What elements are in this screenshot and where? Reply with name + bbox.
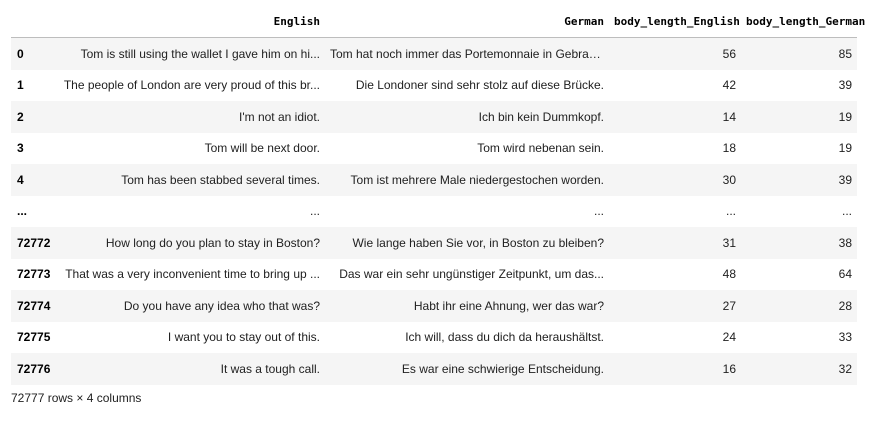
cell-body-length-english: 27 bbox=[722, 298, 736, 313]
cell-body-length-german: ... bbox=[841, 204, 852, 219]
table-body: 0 Tom is still using the wallet I gave hi… bbox=[11, 37, 857, 385]
cell-english: Do you have any idea who that was? bbox=[123, 298, 320, 313]
column-header-body-length-german: body_length_German bbox=[741, 6, 865, 38]
column-header-english: English bbox=[57, 6, 325, 38]
cell-body-length-english: 48 bbox=[722, 267, 736, 282]
cell-body-length-english: 14 bbox=[722, 109, 736, 124]
table-row: 72772 How long do you plan to stay in Bos… bbox=[11, 227, 857, 259]
row-index: 1 bbox=[17, 78, 24, 93]
dataframe-table: English German body_length_English body_… bbox=[11, 6, 865, 385]
row-index: 0 bbox=[17, 46, 24, 61]
cell-body-length-german: 39 bbox=[838, 78, 852, 93]
row-index: ... bbox=[17, 204, 28, 219]
dataframe-output: English German body_length_English body_… bbox=[11, 6, 865, 385]
cell-body-length-english: 42 bbox=[722, 78, 736, 93]
cell-english: It was a tough call. bbox=[220, 361, 320, 376]
cell-german: Die Londoner sind sehr stolz auf diese B… bbox=[355, 78, 604, 93]
cell-german: Tom hat noch immer das Portemonnaie in G… bbox=[330, 46, 609, 61]
shape-summary: 72777 rows × 4 columns bbox=[11, 391, 142, 405]
cell-english: How long do you plan to stay in Boston? bbox=[105, 235, 320, 250]
index-header bbox=[11, 6, 57, 38]
table-row: 72774 Do you have any idea who that was? H… bbox=[11, 290, 857, 322]
cell-english: I'm not an idiot. bbox=[239, 109, 320, 124]
header-row: English German body_length_English body_… bbox=[11, 6, 865, 38]
row-index: 72775 bbox=[17, 330, 51, 345]
cell-german: ... bbox=[593, 204, 604, 219]
cell-body-length-english: 16 bbox=[722, 361, 736, 376]
cell-german: Tom wird nebenan sein. bbox=[477, 141, 604, 156]
table-row: 1 The people of London are very proud of … bbox=[11, 69, 857, 101]
cell-body-length-english: ... bbox=[725, 204, 736, 219]
column-header-body-length-english: body_length_English bbox=[609, 6, 741, 38]
cell-body-length-german: 32 bbox=[838, 361, 852, 376]
row-index: 2 bbox=[17, 109, 24, 124]
cell-body-length-english: 24 bbox=[722, 330, 736, 345]
table-row: 72773 That was a very inconvenient time t… bbox=[11, 258, 857, 290]
cell-english: Tom is still using the wallet I gave him… bbox=[80, 46, 320, 61]
cell-english: Tom has been stabbed several times. bbox=[121, 172, 320, 187]
cell-german: Habt ihr eine Ahnung, wer das war? bbox=[413, 298, 604, 313]
table-row: 2 I'm not an idiot. Ich bin kein Dummkopf.… bbox=[11, 101, 857, 133]
cell-body-length-english: 31 bbox=[722, 235, 736, 250]
row-index: 72776 bbox=[17, 361, 51, 376]
table-row: 4 Tom has been stabbed several times. Tom … bbox=[11, 164, 857, 196]
cell-body-length-german: 19 bbox=[838, 141, 852, 156]
row-index: 72773 bbox=[17, 267, 51, 282]
cell-german: Tom ist mehrere Male niedergestochen wor… bbox=[350, 172, 604, 187]
cell-english: The people of London are very proud of t… bbox=[63, 78, 320, 93]
table-row: ............... bbox=[11, 195, 857, 227]
cell-german: Ich bin kein Dummkopf. bbox=[478, 109, 604, 124]
cell-german: Ich will, dass du dich da heraushältst. bbox=[405, 330, 604, 345]
cell-german: Wie lange haben Sie vor, in Boston zu bl… bbox=[352, 235, 604, 250]
cell-body-length-german: 38 bbox=[838, 235, 852, 250]
table-row: 3 Tom will be next door. Tom wird nebenan … bbox=[11, 132, 857, 164]
cell-body-length-german: 39 bbox=[838, 172, 852, 187]
table-row: 0 Tom is still using the wallet I gave hi… bbox=[11, 37, 857, 70]
row-index: 72772 bbox=[17, 235, 51, 250]
row-index: 4 bbox=[17, 172, 24, 187]
cell-body-length-english: 30 bbox=[722, 172, 736, 187]
cell-body-length-german: 19 bbox=[838, 109, 852, 124]
row-index: 3 bbox=[17, 141, 24, 156]
cell-body-length-german: 28 bbox=[838, 298, 852, 313]
cell-body-length-german: 33 bbox=[838, 330, 852, 345]
cell-body-length-english: 56 bbox=[722, 46, 736, 61]
cell-english: ... bbox=[309, 204, 320, 219]
table-row: 72776 It was a tough call. Es war eine sch… bbox=[11, 353, 857, 385]
cell-english: Tom will be next door. bbox=[204, 141, 320, 156]
row-index: 72774 bbox=[17, 298, 51, 313]
cell-body-length-english: 18 bbox=[722, 141, 736, 156]
cell-german: Es war eine schwierige Entscheidung. bbox=[401, 361, 604, 376]
column-header-german: German bbox=[325, 6, 609, 38]
table-row: 72775 I want you to stay out of this. Ich … bbox=[11, 321, 857, 353]
cell-body-length-german: 85 bbox=[838, 46, 852, 61]
cell-english: That was a very inconvenient time to bri… bbox=[65, 267, 320, 282]
cell-body-length-german: 64 bbox=[838, 267, 852, 282]
cell-english: I want you to stay out of this. bbox=[167, 330, 320, 345]
cell-german: Das war ein sehr ungünstiger Zeitpunkt, … bbox=[339, 267, 604, 282]
